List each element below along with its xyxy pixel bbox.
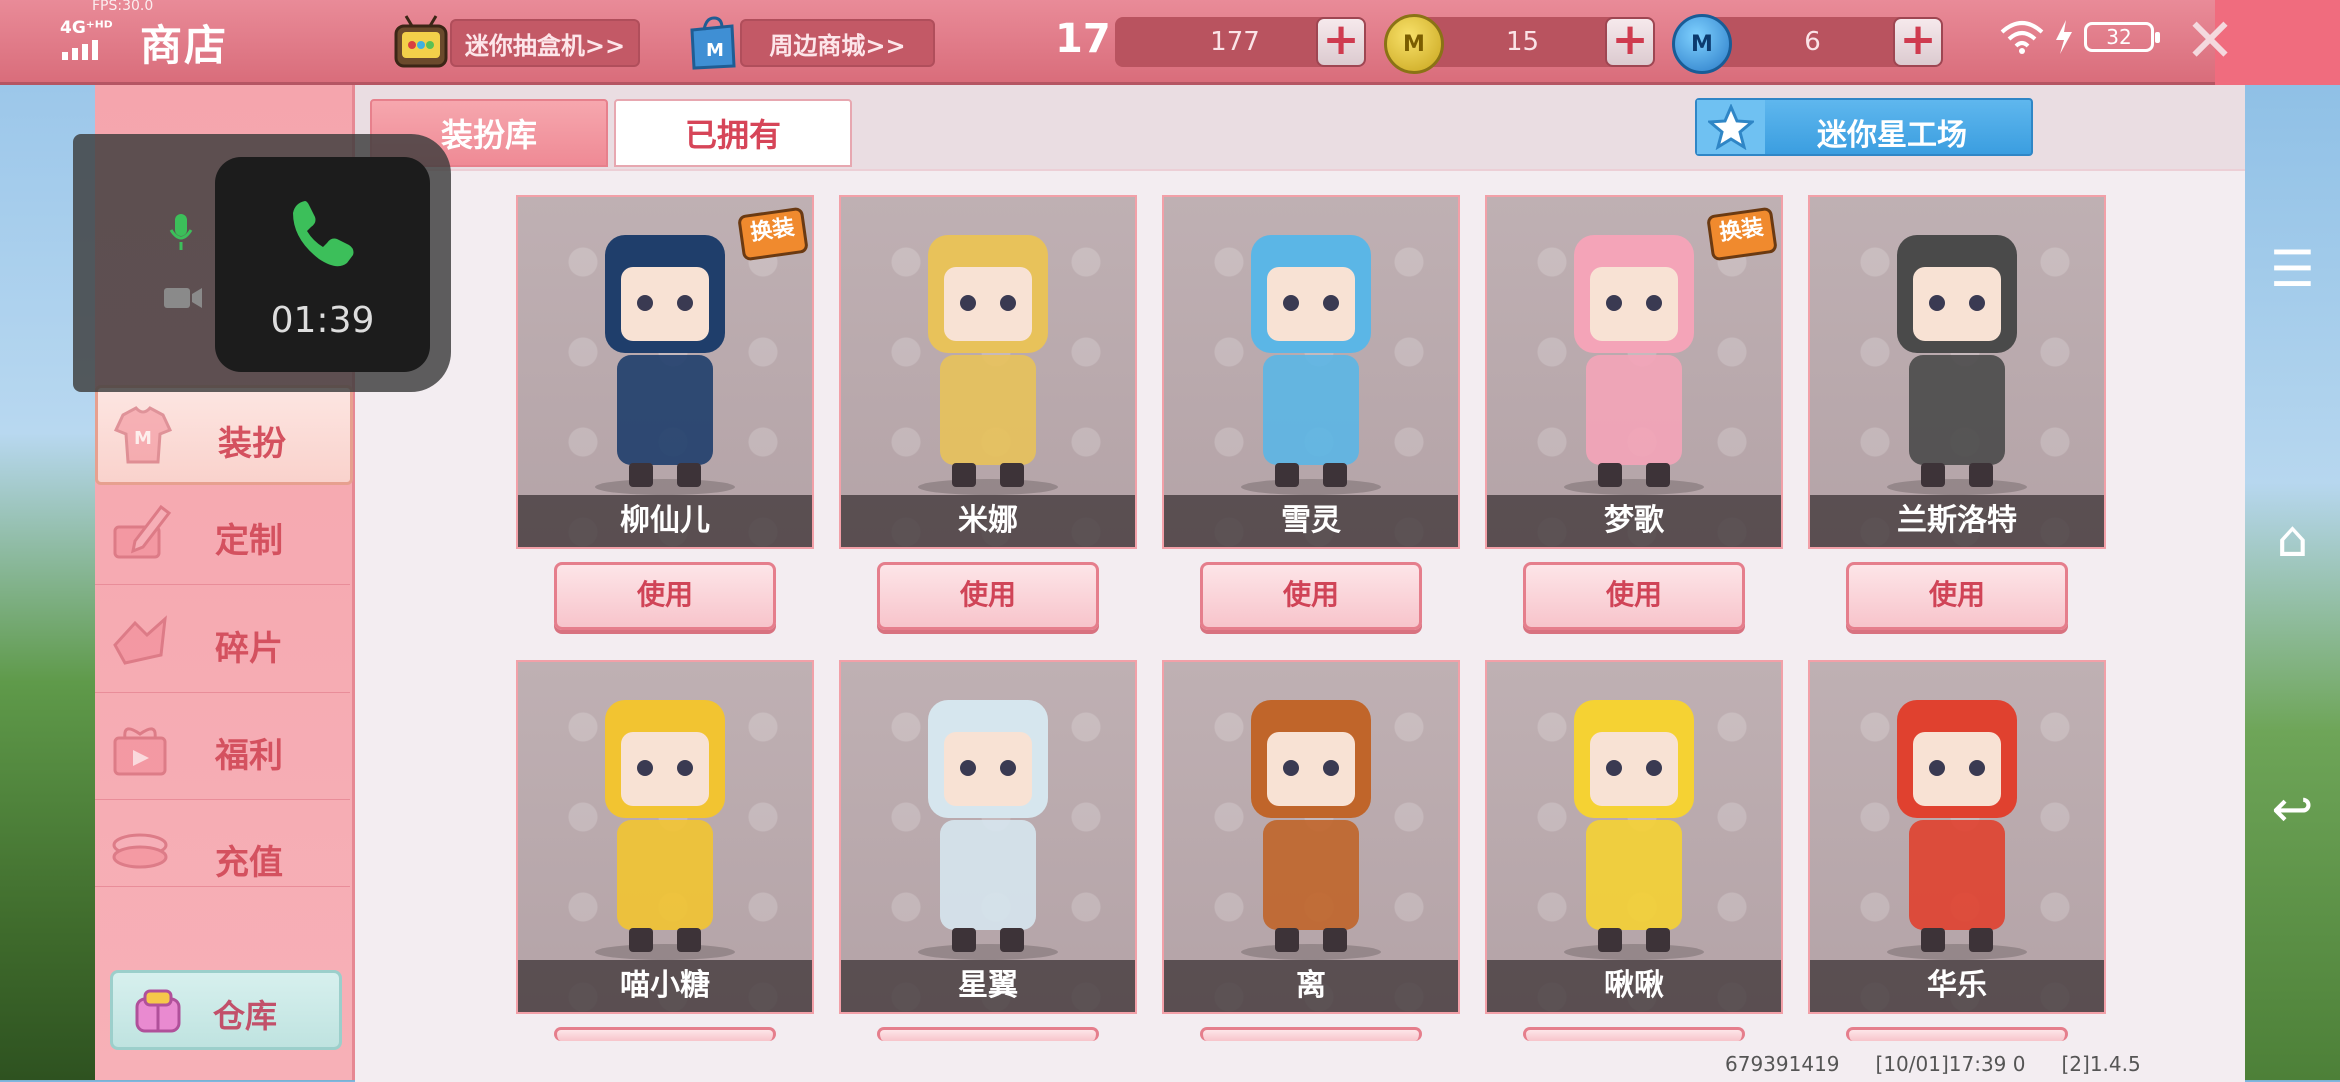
gift-icon bbox=[113, 727, 167, 776]
outfit-change-badge: 换装 bbox=[737, 206, 809, 262]
network-label: 4G⁺ᴴᴰ bbox=[60, 18, 113, 38]
call-duration: 01:39 bbox=[270, 300, 375, 341]
skin-card[interactable]: 米娜 bbox=[839, 195, 1137, 549]
user-id: 679391419 bbox=[1725, 1052, 1840, 1076]
back-icon[interactable]: ↩ bbox=[2245, 780, 2340, 838]
tab-owned[interactable]: 已拥有 bbox=[614, 99, 852, 167]
sidebar-item-dressup[interactable]: M 装扮 bbox=[95, 385, 353, 485]
version-label: [2]1.4.5 bbox=[2061, 1052, 2141, 1076]
merch-store-link[interactable]: 周边商城>> bbox=[740, 19, 935, 67]
use-skin-button[interactable]: 使用 bbox=[1200, 562, 1422, 630]
warehouse-label: 仓库 bbox=[213, 997, 278, 1035]
signal-icon bbox=[62, 40, 98, 60]
add-currency-2-button[interactable]: + bbox=[1605, 17, 1655, 67]
skin-name: 华乐 bbox=[1810, 960, 2104, 1012]
skin-name: 米娜 bbox=[841, 495, 1135, 547]
mini-workshop-button[interactable]: 迷你星工场 bbox=[1695, 98, 2033, 156]
sidebar-item-label: 碎片 bbox=[215, 629, 283, 669]
system-status: 32 bbox=[2000, 20, 2160, 54]
sidebar-item-recharge[interactable]: 充值 bbox=[95, 807, 350, 887]
workshop-label: 迷你星工场 bbox=[1817, 118, 1967, 153]
add-currency-1-button[interactable]: + bbox=[1316, 17, 1366, 67]
skin-name: 兰斯洛特 bbox=[1810, 495, 2104, 547]
sidebar-item-label: 福利 bbox=[215, 736, 283, 776]
use-skin-button[interactable] bbox=[1846, 1027, 2068, 1041]
page-title: 商店 bbox=[140, 21, 229, 70]
mini-coin-icon: M bbox=[1384, 14, 1444, 74]
shopping-bag-icon: M bbox=[690, 16, 736, 70]
sidebar-item-label: 充值 bbox=[215, 843, 283, 883]
skin-card[interactable]: 星翼 bbox=[839, 660, 1137, 1014]
character-figure bbox=[1887, 235, 2027, 495]
svg-text:M: M bbox=[706, 40, 724, 61]
skin-card[interactable]: 雪灵 bbox=[1162, 195, 1460, 549]
use-skin-button[interactable]: 使用 bbox=[554, 562, 776, 630]
charging-icon bbox=[2056, 20, 2072, 54]
skin-card[interactable]: 换装梦歌 bbox=[1485, 195, 1783, 549]
sidebar-item-fragments[interactable]: 碎片 bbox=[95, 593, 350, 693]
svg-text:M: M bbox=[134, 428, 152, 449]
wifi-icon bbox=[2000, 21, 2044, 54]
build-timestamp: [10/01]17:39 0 bbox=[1875, 1052, 2026, 1076]
use-skin-button[interactable] bbox=[1523, 1027, 1745, 1041]
use-skin-button[interactable] bbox=[877, 1027, 1099, 1041]
outfit-change-badge: 换装 bbox=[1706, 206, 1778, 262]
tv-icon bbox=[394, 15, 448, 68]
fragment-icon bbox=[113, 615, 167, 665]
skin-name: 梦歌 bbox=[1487, 495, 1781, 547]
skin-card[interactable]: 啾啾 bbox=[1485, 660, 1783, 1014]
use-skin-button[interactable] bbox=[554, 1027, 776, 1041]
close-icon[interactable]: ✕ bbox=[2180, 6, 2240, 76]
character-figure bbox=[918, 700, 1058, 960]
sidebar-item-label: 装扮 bbox=[218, 424, 286, 464]
warehouse-button[interactable]: 仓库 bbox=[110, 970, 342, 1050]
use-skin-button[interactable]: 使用 bbox=[1523, 562, 1745, 630]
use-skin-button[interactable] bbox=[1200, 1027, 1422, 1041]
menu-icon[interactable]: ☰ bbox=[2245, 240, 2340, 298]
microphone-icon[interactable] bbox=[168, 212, 194, 252]
footer-info: 679391419 [10/01]17:39 0 [2]1.4.5 bbox=[1725, 1052, 2141, 1076]
character-figure bbox=[1241, 700, 1381, 960]
sidebar-item-welfare[interactable]: 福利 bbox=[95, 700, 350, 800]
background-scenery-right bbox=[2245, 85, 2340, 1080]
mini-bean-icon: M bbox=[1672, 14, 1732, 74]
warehouse-icon bbox=[135, 989, 181, 1033]
skin-card[interactable]: 换装柳仙儿 bbox=[516, 195, 814, 549]
skin-card[interactable]: 离 bbox=[1162, 660, 1460, 1014]
character-figure bbox=[1887, 700, 2027, 960]
character-figure bbox=[1564, 700, 1704, 960]
camera-icon[interactable] bbox=[162, 285, 204, 311]
home-icon[interactable]: ⌂ bbox=[2245, 510, 2340, 568]
character-figure bbox=[1241, 235, 1381, 495]
skin-name: 柳仙儿 bbox=[518, 495, 812, 547]
skin-card[interactable]: 喵小糖 bbox=[516, 660, 814, 1014]
sidebar-item-customize[interactable]: 定制 bbox=[95, 485, 350, 585]
use-skin-button[interactable]: 使用 bbox=[1846, 562, 2068, 630]
shirt-icon: M bbox=[113, 406, 173, 464]
skin-name: 啾啾 bbox=[1487, 960, 1781, 1012]
skin-name: 雪灵 bbox=[1164, 495, 1458, 547]
use-skin-button[interactable]: 使用 bbox=[877, 562, 1099, 630]
star-icon bbox=[1697, 100, 1765, 154]
pencil-icon bbox=[113, 504, 172, 559]
blind-box-link[interactable]: 迷你抽盒机>> bbox=[450, 19, 640, 67]
skin-name: 喵小糖 bbox=[518, 960, 812, 1012]
battery-icon: 32 bbox=[2084, 22, 2160, 52]
skin-name: 星翼 bbox=[841, 960, 1135, 1012]
phone-icon bbox=[293, 201, 354, 267]
coins-icon bbox=[112, 833, 168, 869]
sidebar-item-label: 定制 bbox=[215, 521, 283, 561]
skin-card[interactable]: 兰斯洛特 bbox=[1808, 195, 2106, 549]
character-figure bbox=[595, 235, 735, 495]
character-figure bbox=[1564, 235, 1704, 495]
top-bar: FPS:30.0 4G⁺ᴴᴰ 商店 迷你抽盒机>> M 周边商城>> 17:39… bbox=[0, 0, 2340, 85]
character-figure bbox=[595, 700, 735, 960]
character-figure bbox=[918, 235, 1058, 495]
skin-card[interactable]: 华乐 bbox=[1808, 660, 2106, 1014]
skin-name: 离 bbox=[1164, 960, 1458, 1012]
add-currency-3-button[interactable]: + bbox=[1893, 17, 1943, 67]
